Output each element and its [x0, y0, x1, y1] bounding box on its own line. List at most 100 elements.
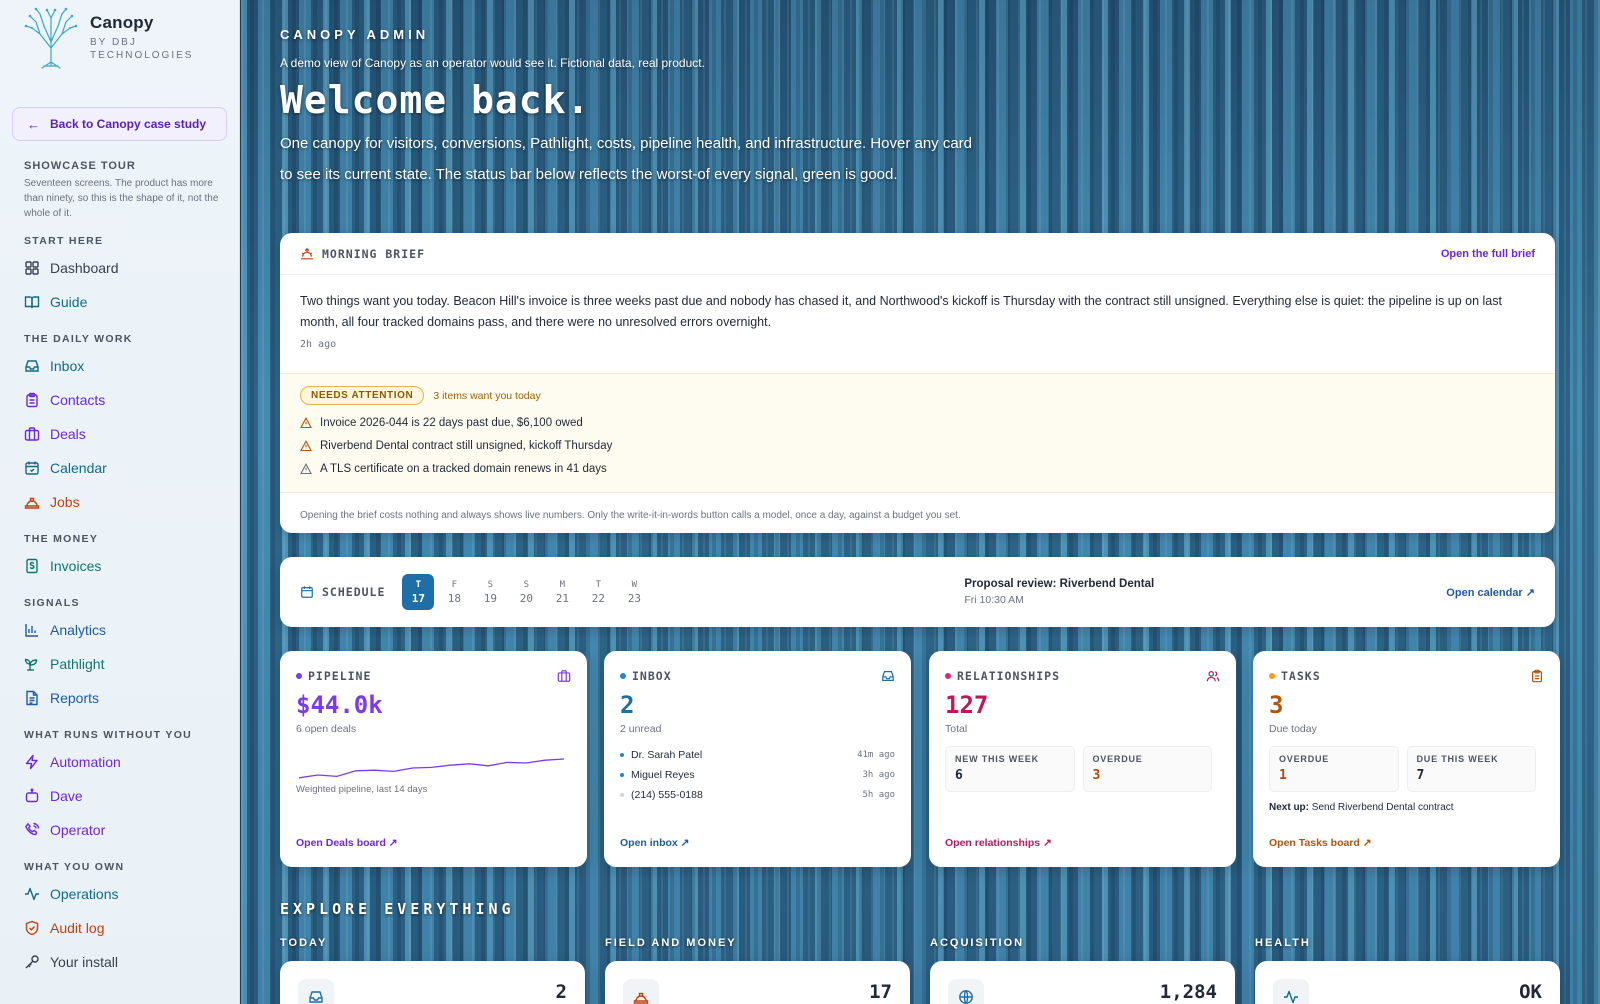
- open-relationships-link[interactable]: Open relationships ↗: [945, 837, 1052, 849]
- attention-item-text: A TLS certificate on a tracked domain re…: [320, 462, 607, 475]
- sidebar-item-reports[interactable]: Reports: [12, 681, 227, 715]
- arrow-up-right-icon: ↗: [680, 837, 690, 849]
- attention-item-text: Invoice 2026-044 is 22 days past due, $6…: [320, 416, 583, 429]
- brand[interactable]: Canopy BY DBJ TECHNOLOGIES: [12, 0, 227, 74]
- sidebar-item-operations[interactable]: Operations: [12, 877, 227, 911]
- inbox-value: 2: [620, 691, 635, 719]
- day-cell[interactable]: T 22: [582, 574, 614, 610]
- sidebar-item-label: Inbox: [50, 358, 85, 374]
- day-number: 18: [447, 591, 462, 605]
- sidebar-item-dashboard[interactable]: Dashboard: [12, 251, 227, 285]
- day-cell[interactable]: F 18: [438, 574, 470, 610]
- box-value: 6: [955, 768, 963, 783]
- explore-value: 1,284: [1159, 981, 1217, 1003]
- day-cell[interactable]: S 19: [474, 574, 506, 610]
- sidebar-item-dave[interactable]: Dave: [12, 779, 227, 813]
- sidebar-item-analytics[interactable]: Analytics: [12, 613, 227, 647]
- relationships-value: 127: [945, 691, 989, 719]
- explore-icon-box: [623, 979, 659, 1004]
- explore-card-health[interactable]: OK: [1255, 961, 1560, 1004]
- day-cell[interactable]: M 21: [546, 574, 578, 610]
- attention-count: 3 items want you today: [433, 389, 541, 402]
- section-signals: SIGNALS: [24, 597, 80, 609]
- tasks-card[interactable]: TASKS 3 Due today OVERDUE 1 DUE THIS WEEK…: [1253, 651, 1560, 867]
- explore-card-field-and-money[interactable]: 17: [605, 961, 910, 1004]
- arrow-left-icon: ←: [27, 116, 40, 132]
- upcoming-event[interactable]: Proposal review: Riverbend Dental Fri 10…: [964, 578, 1154, 606]
- attention-item[interactable]: Riverbend Dental contract still unsigned…: [300, 434, 1535, 457]
- sidebar-item-your-install[interactable]: Your install: [12, 945, 227, 979]
- attention-item[interactable]: Invoice 2026-044 is 22 days past due, $6…: [300, 411, 1535, 434]
- sidebar-item-inbox[interactable]: Inbox: [12, 349, 227, 383]
- day-cell[interactable]: S 20: [510, 574, 542, 610]
- sidebar-item-guide[interactable]: Guide: [12, 285, 227, 319]
- event-time: Fri 10:30 AM: [964, 594, 1024, 606]
- pipeline-sub: 6 open deals: [296, 723, 357, 735]
- sidebar-item-label: Jobs: [50, 494, 80, 510]
- open-inbox-link[interactable]: Open inbox ↗: [620, 837, 689, 849]
- hard-hat-icon: [633, 992, 649, 1004]
- list-item[interactable]: Miguel Reyes 3h ago: [620, 765, 895, 785]
- explore-group-label: ACQUISITION: [930, 937, 1025, 949]
- sidebar-item-label: Dave: [50, 788, 83, 804]
- explore-value: OK: [1519, 981, 1542, 1003]
- sparkline-series: [298, 758, 565, 779]
- warning-triangle-icon: [300, 416, 312, 428]
- open-calendar-link[interactable]: Open calendar ↗: [1446, 586, 1535, 599]
- sidebar-item-automation[interactable]: Automation: [12, 745, 227, 779]
- day-letter: S: [487, 579, 494, 590]
- sidebar-item-calendar[interactable]: Calendar: [12, 451, 227, 485]
- open-full-brief-link[interactable]: Open the full brief: [1441, 248, 1535, 260]
- sidebar-item-pathlight[interactable]: Pathlight: [12, 647, 227, 681]
- sidebar-item-deals[interactable]: Deals: [12, 417, 227, 451]
- explore-icon-box: [1273, 979, 1309, 1004]
- warning-triangle-icon: [300, 439, 312, 451]
- unread-dot: [620, 773, 624, 777]
- sidebar-item-audit-log[interactable]: Audit log: [12, 911, 227, 945]
- day-number: 19: [483, 591, 498, 605]
- hero: CANOPY ADMIN A demo view of Canopy as an…: [280, 27, 980, 190]
- sidebar-item-invoices[interactable]: Invoices: [12, 549, 227, 583]
- open-tasks-board-link[interactable]: Open Tasks board ↗: [1269, 837, 1372, 849]
- day-cell[interactable]: W 23: [618, 574, 650, 610]
- globe-icon: [959, 990, 973, 1004]
- brief-footnote: Opening the brief costs nothing and alwa…: [300, 510, 961, 521]
- open-deals-board-link[interactable]: Open Deals board ↗: [296, 837, 398, 849]
- message-from: Dr. Sarah Patel: [631, 749, 703, 761]
- sidebar-item-label: Analytics: [50, 622, 107, 638]
- explore-card-acquisition[interactable]: 1,284: [930, 961, 1235, 1004]
- sidebar-item-contacts[interactable]: Contacts: [12, 383, 227, 417]
- relationships-card[interactable]: RELATIONSHIPS 127 Total NEW THIS WEEK 6 O…: [929, 651, 1236, 867]
- day-cell[interactable]: T 17: [402, 574, 435, 610]
- sidebar-item-operator[interactable]: Operator: [12, 813, 227, 847]
- sidebar-item-jobs[interactable]: Jobs: [12, 485, 227, 519]
- explore-title: EXPLORE EVERYTHING: [280, 900, 515, 918]
- back-to-case-study-button[interactable]: ← Back to Canopy case study: [12, 107, 227, 141]
- relationships-sub: Total: [945, 723, 968, 735]
- pipeline-card[interactable]: PIPELINE $44.0k 6 open deals Weighted pi…: [280, 651, 587, 867]
- explore-icon-box: [298, 979, 334, 1004]
- inbox-icon: [309, 991, 323, 1003]
- sidebar-item-label: Calendar: [50, 460, 107, 476]
- shield-check-icon: [25, 920, 39, 936]
- explore-group-label: TODAY: [280, 937, 328, 949]
- hero-description: One canopy for visitors, conversions, Pa…: [280, 135, 973, 183]
- morning-brief-header: MORNING BRIEF Open the full brief: [280, 233, 1555, 275]
- lightning-icon: [25, 754, 38, 770]
- section-runs-without: WHAT RUNS WITHOUT YOU: [24, 729, 193, 741]
- list-item[interactable]: (214) 555-0188 5h ago: [620, 785, 895, 805]
- attention-item[interactable]: A TLS certificate on a tracked domain re…: [300, 457, 1535, 480]
- back-button-label: Back to Canopy case study: [50, 117, 207, 131]
- sidebar-item-label: Your install: [50, 954, 118, 970]
- grid-icon: [25, 261, 39, 275]
- sidebar-item-label: Audit log: [50, 920, 105, 936]
- inbox-card[interactable]: INBOX 2 2 unread Dr. Sarah Patel 41m ago …: [604, 651, 911, 867]
- explore-card-today[interactable]: 2: [280, 961, 585, 1004]
- brand-name: Canopy: [90, 12, 154, 32]
- message-list: Dr. Sarah Patel 41m ago Miguel Reyes 3h ag…: [620, 745, 895, 805]
- status-dot: [296, 673, 302, 679]
- needs-attention-panel: NEEDS ATTENTION 3 items want you today I…: [280, 373, 1555, 493]
- briefcase-icon: [24, 427, 40, 441]
- day-letter: T: [415, 579, 422, 590]
- list-item[interactable]: Dr. Sarah Patel 41m ago: [620, 745, 895, 765]
